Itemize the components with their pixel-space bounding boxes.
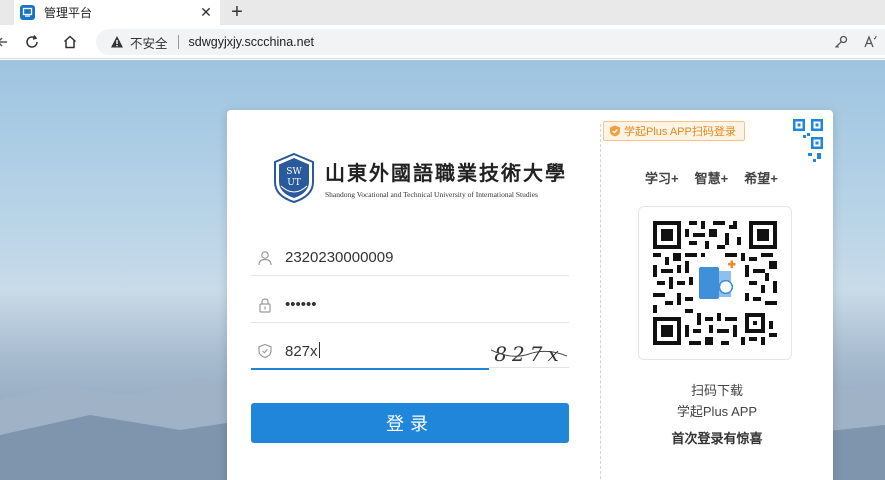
address-bar: 不安全 sdwgyjxjy.sccchina.net xyxy=(0,25,885,59)
back-arrow-icon[interactable] xyxy=(0,31,14,53)
captcha-noise-line xyxy=(491,349,567,357)
login-button[interactable]: 登录 xyxy=(251,403,569,443)
qr-caption-promo: 首次登录有惊喜 xyxy=(671,431,763,446)
slogan-study: 学习+ xyxy=(645,171,679,186)
login-card: SW UT 山東外國語職業技術大學 Shandong Vocational an… xyxy=(227,110,833,480)
badge-top-text: SW xyxy=(286,167,302,177)
username-value[interactable]: 2320230000009 xyxy=(285,249,393,266)
slogan-wisdom: 智慧+ xyxy=(694,171,729,186)
tab-title: 管理平台 xyxy=(44,6,93,20)
scan-login-tag[interactable]: 学起Plus APP扫码登录 xyxy=(603,121,745,141)
security-label[interactable]: 不安全 xyxy=(130,33,168,52)
new-tab-button[interactable]: + xyxy=(226,1,248,23)
captcha-value[interactable]: 827x xyxy=(285,342,320,360)
password-field[interactable]: •••••• xyxy=(251,287,569,323)
home-icon[interactable] xyxy=(59,31,81,53)
omnibox-divider xyxy=(177,35,179,49)
badge-bottom-text: UT xyxy=(287,178,301,188)
qr-caption-download: 扫码下载 xyxy=(690,383,743,398)
login-form-panel: SW UT 山東外國語職業技術大學 Shandong Vocational an… xyxy=(227,110,601,480)
qr-login-panel: 学起Plus APP扫码登录 学习+ 智慧+ 希望+ 扫码下载 学起Plus A… xyxy=(601,110,833,480)
qr-caption-app-name: 学起Plus APP xyxy=(676,404,758,419)
scan-tag-text: 学起Plus APP扫码登录 xyxy=(624,126,736,138)
browser-tab[interactable]: 管理平台 ✕ xyxy=(14,0,220,25)
read-aloud-icon[interactable] xyxy=(863,34,879,55)
url-text[interactable]: sdwgyjxjy.sccchina.net xyxy=(189,35,315,49)
password-value[interactable]: •••••• xyxy=(285,296,317,313)
app-download-qr-code xyxy=(638,206,792,360)
shield-check-icon xyxy=(610,125,620,137)
captcha-image[interactable]: 827x xyxy=(489,340,569,368)
warning-icon[interactable] xyxy=(110,35,124,49)
tab-close-icon[interactable]: ✕ xyxy=(196,4,216,21)
user-icon xyxy=(255,248,275,268)
university-badge-icon: SW UT xyxy=(274,152,314,204)
username-field[interactable]: 2320230000009 xyxy=(251,240,569,276)
qr-corner-icon[interactable] xyxy=(775,117,825,167)
lock-icon xyxy=(255,295,275,315)
university-name-cn: 山東外國語職業技術大學 xyxy=(325,161,567,185)
key-icon[interactable] xyxy=(833,34,849,55)
slogan-row: 学习+ 智慧+ 希望+ xyxy=(645,168,778,187)
omnibox[interactable]: 不安全 sdwgyjxjy.sccchina.net xyxy=(96,29,885,55)
site-favicon-icon xyxy=(20,5,35,20)
text-caret xyxy=(318,342,320,358)
university-name-en: Shandong Vocational and Technical Univer… xyxy=(325,190,538,199)
tab-bar: 管理平台 ✕ + xyxy=(0,0,885,25)
reload-icon[interactable] xyxy=(21,31,43,53)
qr-code-icon xyxy=(649,217,781,349)
shield-icon xyxy=(255,341,275,361)
slogan-hope: 希望+ xyxy=(744,171,778,186)
captcha-field[interactable]: 827x xyxy=(251,334,489,370)
captcha-value-text: 827x xyxy=(285,343,318,360)
university-logo: SW UT 山東外國語職業技術大學 Shandong Vocational an… xyxy=(271,152,567,204)
